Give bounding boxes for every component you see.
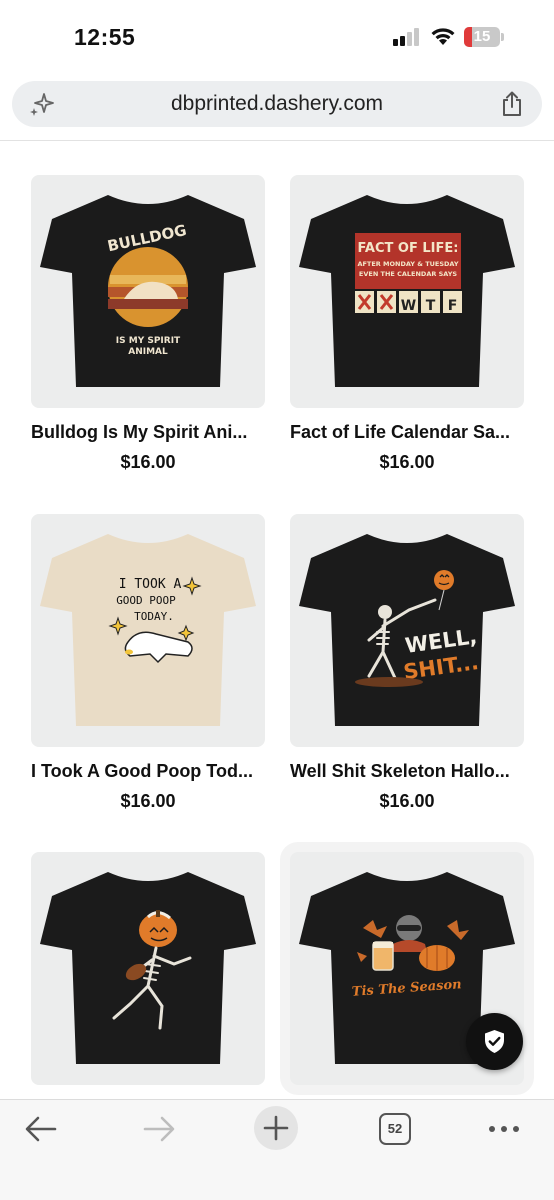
product-image[interactable]: BULLDOG IS MY SPIRIT ANIMAL: [31, 175, 265, 408]
forward-arrow-icon[interactable]: [142, 1108, 176, 1150]
product-image[interactable]: WELL, SHIT...: [290, 514, 524, 747]
product-grid: BULLDOG IS MY SPIRIT ANIMAL Bulldog Is M…: [0, 141, 554, 1099]
product-title[interactable]: I Took A Good Poop Tod...: [31, 761, 265, 782]
product-price: $16.00: [379, 452, 435, 472]
sparkle-icon[interactable]: [28, 91, 56, 119]
product-card[interactable]: [31, 852, 265, 1085]
design-text: F: [448, 298, 458, 314]
plus-icon: [263, 1115, 289, 1141]
product-title[interactable]: Bulldog Is My Spirit Ani...: [31, 422, 265, 443]
tshirt-image: FACT OF LIFE: AFTER MONDAY & TUESDAY EVE…: [299, 195, 515, 387]
battery-level: 15: [473, 28, 491, 45]
back-arrow-icon[interactable]: [24, 1108, 58, 1150]
shield-check-icon: [485, 1030, 504, 1053]
product-image[interactable]: I TOOK A GOOD POOP TODAY.: [31, 514, 265, 747]
product-card[interactable]: I TOOK A GOOD POOP TODAY. I Took A Good …: [31, 514, 265, 812]
design-text: I TOOK A: [119, 577, 182, 592]
address-bar[interactable]: dbprinted.dashery.com: [12, 81, 542, 127]
shirt-body: [40, 872, 256, 1064]
share-icon[interactable]: [500, 91, 524, 117]
tshirt-image: WELL, SHIT...: [299, 534, 515, 726]
more-dots-icon[interactable]: [488, 1108, 520, 1150]
product-card[interactable]: FACT OF LIFE: AFTER MONDAY & TUESDAY EVE…: [290, 175, 524, 473]
cellular-signal-icon: [393, 28, 423, 46]
status-time: 12:55: [74, 24, 136, 50]
design-text: T: [426, 298, 436, 314]
design-text: IS MY SPIRIT: [116, 336, 181, 346]
browser-toolbar: 52: [0, 1099, 554, 1200]
design-text: AFTER MONDAY & TUESDAY: [357, 260, 458, 268]
design-text: TODAY.: [134, 610, 174, 623]
status-bar: 12:55 15: [0, 0, 554, 72]
tshirt-image: BULLDOG IS MY SPIRIT ANIMAL: [40, 195, 256, 387]
battery-icon: 15: [464, 27, 504, 47]
url-text[interactable]: dbprinted.dashery.com: [72, 92, 482, 116]
product-card[interactable]: BULLDOG IS MY SPIRIT ANIMAL Bulldog Is M…: [31, 175, 265, 473]
product-image[interactable]: [31, 852, 265, 1085]
design-text: ANIMAL: [128, 347, 168, 357]
shirt-body: [40, 534, 256, 726]
tabs-count-button[interactable]: 52: [379, 1113, 411, 1145]
product-price: $16.00: [120, 791, 176, 811]
product-title[interactable]: Fact of Life Calendar Sa...: [290, 422, 524, 443]
design-text: GOOD POOP: [116, 594, 176, 607]
product-price: $16.00: [120, 452, 176, 472]
design-text: EVEN THE CALENDAR SAYS: [359, 270, 458, 278]
shirt-body: [299, 534, 515, 726]
product-card[interactable]: WELL, SHIT... Well Shit Skeleton Hallo..…: [290, 514, 524, 812]
design-text: FACT OF LIFE:: [358, 241, 459, 256]
tshirt-image: [40, 872, 256, 1064]
tshirt-image: I TOOK A GOOD POOP TODAY.: [40, 534, 256, 726]
design-text: W: [401, 298, 416, 314]
wifi-icon: [431, 28, 455, 45]
privacy-shield-button[interactable]: [466, 1013, 523, 1070]
product-title[interactable]: Well Shit Skeleton Hallo...: [290, 761, 524, 782]
product-price: $16.00: [379, 791, 435, 811]
product-image[interactable]: FACT OF LIFE: AFTER MONDAY & TUESDAY EVE…: [290, 175, 524, 408]
new-tab-button[interactable]: [254, 1106, 298, 1150]
